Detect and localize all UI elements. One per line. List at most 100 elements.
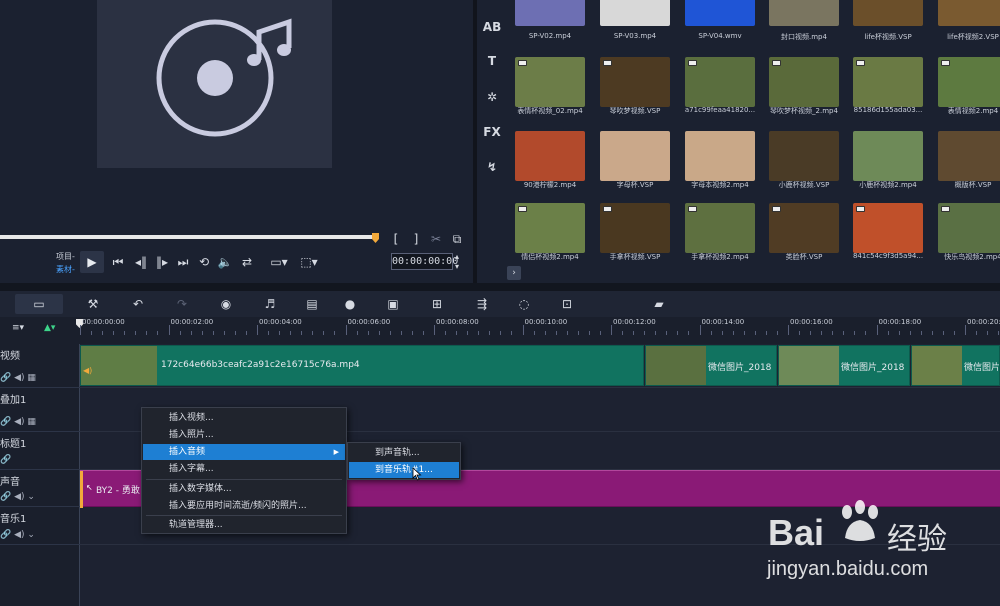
next-frame-button[interactable]: ‖▸ — [152, 252, 172, 272]
menu-insert-timelapse-photo[interactable]: 插入要应用时间流逝/频闪的照片... — [143, 498, 345, 514]
fullscreen-icon[interactable]: ⇄ — [237, 252, 257, 272]
track-header-voice[interactable]: 声音 🔗 ◀) ⌄ — [0, 470, 80, 507]
text-icon[interactable]: T — [481, 50, 503, 72]
scrubber-bar[interactable] — [0, 235, 377, 239]
track-settings-icon[interactable]: ≡▾ — [12, 323, 24, 333]
subtitle-editor-icon[interactable]: ▣ — [382, 294, 404, 314]
aspect-ratio-dropdown[interactable]: ▭▾ — [266, 252, 292, 272]
enlarge-preview-icon[interactable]: ⧉ — [447, 229, 467, 249]
menu-insert-audio[interactable]: 插入音频 ▶ — [143, 444, 345, 460]
video-clip-2[interactable]: 微信图片_2018 — [645, 345, 777, 386]
library-thumbnail[interactable] — [938, 203, 1000, 253]
library-item-name: 表情视频2.mp4 — [947, 107, 999, 115]
video-clip-4[interactable]: 微信图片 — [911, 345, 1000, 386]
project-mode-label[interactable]: 项目- — [56, 251, 75, 262]
film-icon[interactable]: ▤ — [301, 294, 323, 314]
storyboard-view-icon[interactable]: ▭ — [15, 294, 63, 314]
library-thumbnail[interactable] — [685, 131, 755, 181]
ruler-tick — [622, 331, 623, 335]
mark-in-button[interactable]: [ — [386, 229, 406, 249]
track-controls-icon[interactable]: 🔗 ◀) ⌄ — [0, 492, 35, 502]
track-header-title[interactable]: 标题1 🔗 — [0, 432, 80, 470]
graphics-icon[interactable]: ✲ — [481, 86, 503, 108]
ruler-tick — [577, 331, 579, 335]
library-thumbnail[interactable] — [515, 0, 585, 26]
title-icon[interactable]: AB — [481, 16, 503, 38]
library-thumbnail[interactable] — [853, 131, 923, 181]
split-clip-icon[interactable]: ✂ — [426, 229, 446, 249]
scrubber-handle[interactable] — [372, 233, 379, 243]
library-expand-button[interactable]: › — [507, 266, 521, 280]
library-thumbnail[interactable] — [685, 203, 755, 253]
library-thumbnail[interactable] — [515, 203, 585, 253]
ruler-tick — [555, 331, 557, 335]
menu-insert-digital-media[interactable]: 插入数字媒体... — [143, 481, 345, 497]
path-icon[interactable]: ↯ — [481, 156, 503, 178]
library-thumbnail[interactable] — [685, 0, 755, 26]
previous-frame-button[interactable]: ◂‖ — [131, 252, 151, 272]
redo-icon[interactable]: ↷ — [171, 294, 193, 314]
ruler-tick — [566, 331, 568, 335]
track-controls-icon[interactable]: 🔗 ◀) ▦ — [0, 373, 36, 383]
project-badge-icon — [688, 206, 697, 212]
library-thumbnail[interactable] — [600, 57, 670, 107]
library-thumbnail[interactable] — [769, 0, 839, 26]
menu-insert-photo[interactable]: 插入照片... — [143, 427, 345, 443]
pan-zoom-icon[interactable]: ⊡ — [556, 294, 578, 314]
video-lane[interactable]: ◀) 172c64e66b3ceafc2a91c2e16715c76a.mp4 … — [80, 344, 1000, 388]
library-item-name: 小鹿杯视频2.mp4 — [859, 181, 917, 189]
library-thumbnail[interactable] — [938, 131, 1000, 181]
ruler-tick — [422, 331, 424, 335]
track-controls-icon[interactable]: 🔗 — [0, 455, 11, 465]
mark-out-button[interactable]: ] — [406, 229, 426, 249]
timecode-display[interactable]: 00:00:00:00 — [391, 253, 458, 270]
play-button[interactable]: ▶ — [80, 251, 104, 273]
library-thumbnail[interactable] — [685, 57, 755, 107]
video-clip-1[interactable]: ◀) 172c64e66b3ceafc2a91c2e16715c76a.mp4 — [80, 345, 644, 386]
multi-camera-icon[interactable]: ⊞ — [426, 294, 448, 314]
clip-mode-label[interactable]: 素材- — [56, 264, 75, 275]
track-controls-icon[interactable]: 🔗 ◀) ⌄ — [0, 530, 35, 540]
track-header-overlay[interactable]: 叠加1 🔗 ◀) ▦ — [0, 388, 80, 432]
timeline-ruler[interactable]: ≡▾ ▲▾ 00:00:00:00 00:00:02:00 00:00:04:00 0… — [0, 317, 1000, 344]
library-thumbnail[interactable] — [769, 57, 839, 107]
track-header-music[interactable]: 音乐1 🔗 ◀) ⌄ — [0, 507, 80, 545]
motion-tracking-icon[interactable]: ● — [339, 294, 361, 314]
menu-track-manager[interactable]: 轨道管理器... — [143, 517, 345, 533]
library-thumbnail[interactable] — [938, 0, 1000, 26]
end-button[interactable]: ⏭ — [173, 252, 193, 272]
library-thumbnail[interactable] — [600, 131, 670, 181]
library-thumbnail[interactable] — [600, 203, 670, 253]
sound-mixer-icon[interactable]: ♬ — [259, 294, 281, 314]
time-remap-icon[interactable]: ⇶ — [471, 294, 493, 314]
track-header-video[interactable]: 视频 🔗 ◀) ▦ — [0, 344, 80, 388]
project-fit-icon[interactable]: ▰ — [648, 294, 670, 314]
library-thumbnail[interactable] — [769, 203, 839, 253]
library-thumbnail[interactable] — [853, 0, 923, 26]
video-clip-3[interactable]: 微信图片_2018 — [778, 345, 910, 386]
library-thumbnail[interactable] — [938, 57, 1000, 107]
library-thumbnail[interactable] — [853, 203, 923, 253]
submenu-to-voice-track[interactable]: 到声音轨... — [349, 445, 459, 461]
home-button[interactable]: ⏮ — [108, 252, 128, 272]
volume-icon[interactable]: 🔈 — [215, 252, 235, 272]
library-thumbnail[interactable] — [515, 57, 585, 107]
menu-insert-video[interactable]: 插入视频... — [143, 410, 345, 426]
library-thumbnail[interactable] — [600, 0, 670, 26]
library-thumbnail[interactable] — [853, 57, 923, 107]
zoom-dropdown-icon[interactable]: ▲▾ — [44, 323, 55, 333]
library-thumbnail[interactable] — [515, 131, 585, 181]
tools-icon[interactable]: ⚒ — [82, 294, 104, 314]
mask-creator-icon[interactable]: ◌ — [513, 294, 535, 314]
menu-insert-subtitle[interactable]: 插入字幕... — [143, 461, 345, 477]
repeat-icon[interactable]: ⟲ — [194, 252, 214, 272]
submenu-to-music-track[interactable]: 到音乐轨#1... — [349, 462, 459, 478]
fx-icon[interactable]: FX — [481, 121, 503, 143]
undo-icon[interactable]: ↶ — [127, 294, 149, 314]
record-capture-icon[interactable]: ◉ — [215, 294, 237, 314]
timecode-stepper[interactable]: ▴ ▾ — [452, 252, 462, 272]
track-controls-icon[interactable]: 🔗 ◀) ▦ — [0, 417, 36, 427]
library-thumbnail[interactable] — [769, 131, 839, 181]
ruler-tick — [234, 331, 236, 335]
display-mode-dropdown[interactable]: ⬚▾ — [296, 252, 322, 272]
